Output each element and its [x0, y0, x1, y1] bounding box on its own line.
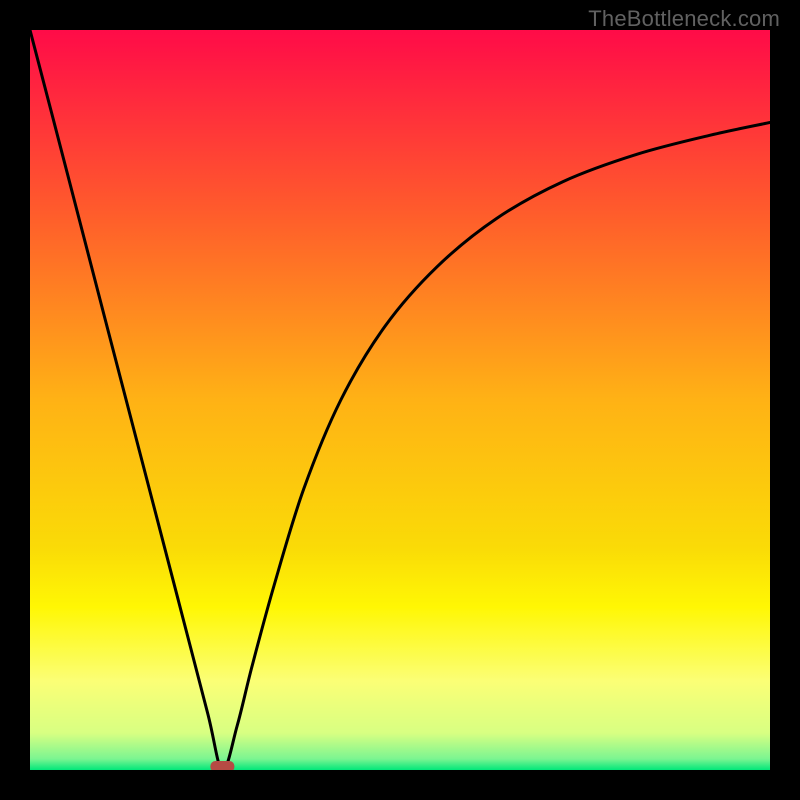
chart-frame — [30, 30, 770, 770]
attribution-text: TheBottleneck.com — [588, 6, 780, 32]
optimum-marker — [210, 761, 234, 770]
gradient-background — [30, 30, 770, 770]
chart-plot — [30, 30, 770, 770]
